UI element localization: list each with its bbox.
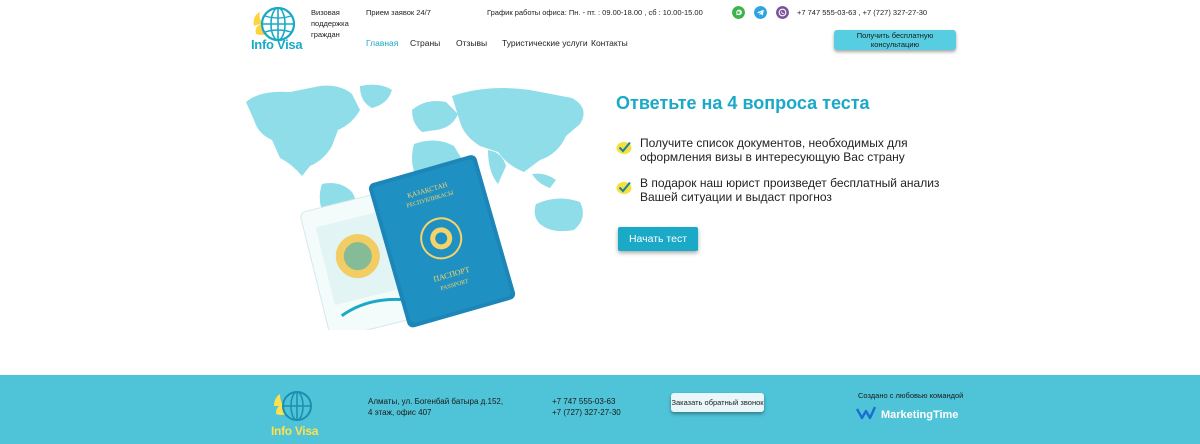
nav-item-countries[interactable]: Страны <box>410 38 440 48</box>
logo-text[interactable]: Info Visa <box>251 37 303 52</box>
marketingtime-brand[interactable]: MarketingTime <box>881 409 958 421</box>
office-schedule: График работы офиса: Пн. - пт. : 09.00-1… <box>487 8 703 17</box>
header-phones[interactable]: +7 747 555-03-63 , +7 (727) 327-27-30 <box>797 8 927 17</box>
check-icon <box>616 141 632 154</box>
hero-title: Ответьте на 4 вопроса теста <box>616 93 870 113</box>
nav-item-home[interactable]: Главная <box>366 38 398 48</box>
start-test-button[interactable]: Начать тест <box>618 227 698 251</box>
footer-phones: +7 747 555-03-63 +7 (727) 327-27-30 <box>552 396 621 418</box>
check-icon <box>616 181 632 194</box>
footer-address: Алматы, ул. Богенбай батыра д.152, 4 эта… <box>368 396 508 418</box>
footer-phone[interactable]: +7 747 555-03-63 <box>552 396 621 407</box>
benefit-text: В подарок наш юрист произведет бесплатны… <box>640 176 940 204</box>
made-by-text: Создано с любовью командой <box>858 391 964 400</box>
benefit-text: Получите список документов, необходимых … <box>640 136 908 164</box>
telegram-icon[interactable] <box>754 6 767 19</box>
kazakhstan-passport-image: ҚАЗАҚСТАН РЕСПУБЛИКАСЫ ПАСПОРТ PASSPORT <box>300 155 516 330</box>
tagline: Визовая поддержка граждан <box>311 8 349 39</box>
hours-label: Прием заявок 24/7 <box>366 8 431 17</box>
footer-logo-text[interactable]: Info Visa <box>271 424 318 438</box>
address-line: 4 этаж, офис 407 <box>368 408 432 417</box>
nav-item-tourist-services[interactable]: Туристические услуги <box>502 38 588 48</box>
nav-item-contacts[interactable]: Контакты <box>591 38 628 48</box>
request-callback-button[interactable]: Заказать обратный звонок <box>671 393 764 412</box>
address-line: Алматы, ул. Богенбай батыра д.152, <box>368 397 504 406</box>
viber-icon[interactable] <box>776 6 789 19</box>
nav-item-reviews[interactable]: Отзывы <box>456 38 487 48</box>
footer-phone[interactable]: +7 (727) 327-27-30 <box>552 407 621 418</box>
marketingtime-logo-icon[interactable] <box>856 405 876 421</box>
free-consultation-button[interactable]: Получить бесплатную консультацию <box>834 30 956 50</box>
whatsapp-icon[interactable] <box>732 6 745 19</box>
